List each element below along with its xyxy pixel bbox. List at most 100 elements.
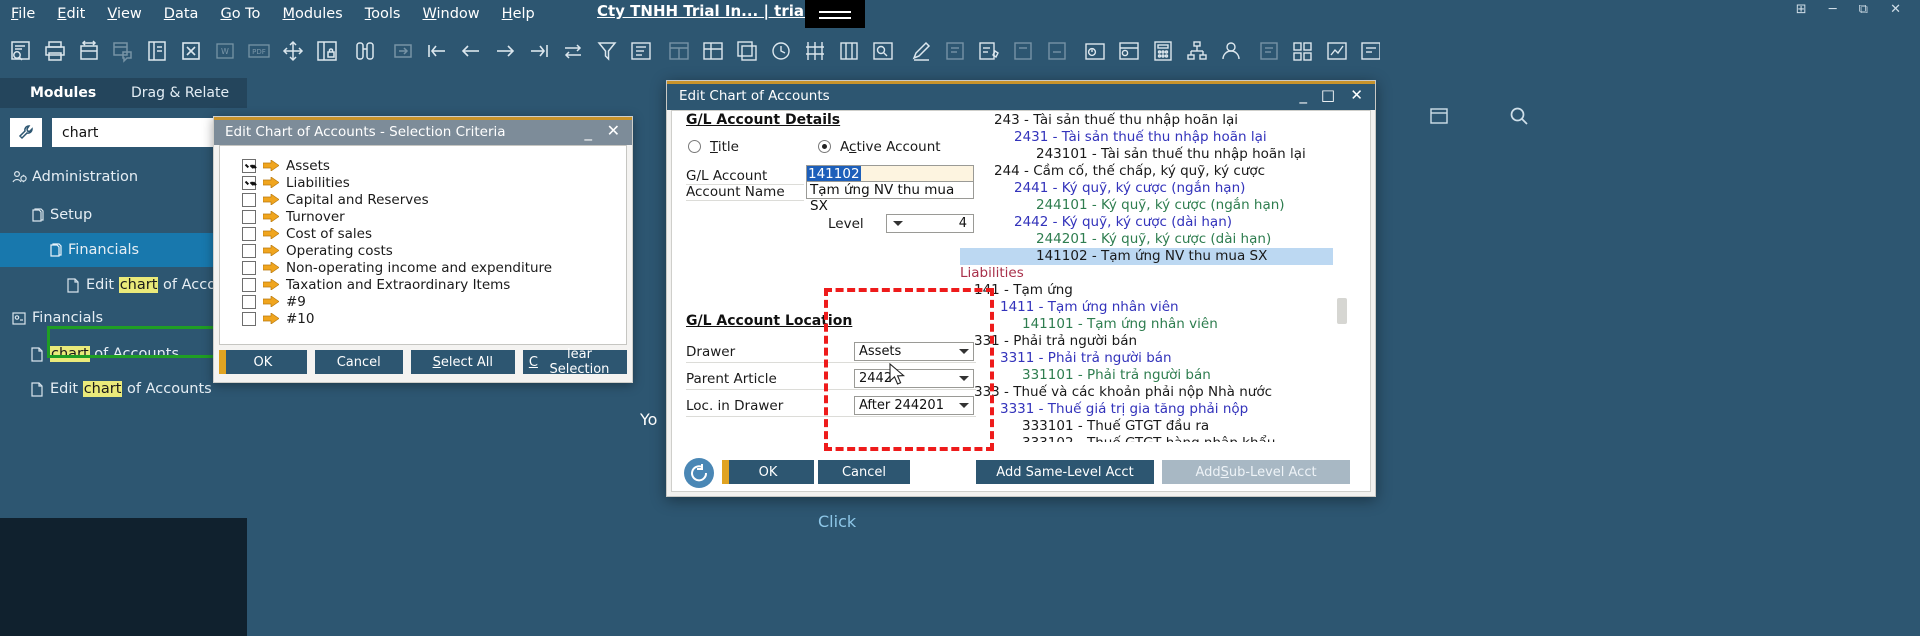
sidebar-item-administration[interactable]: Administration	[6, 160, 138, 194]
grid-align-icon[interactable]	[802, 38, 830, 66]
note-icon[interactable]	[942, 38, 970, 66]
tree-node[interactable]: 331 - Phải trả người bán	[974, 333, 1137, 349]
next-record-icon[interactable]	[492, 38, 520, 66]
table-view-icon[interactable]	[700, 38, 728, 66]
criteria-row[interactable]: #10	[242, 310, 315, 327]
move-icon[interactable]	[280, 38, 308, 66]
checkbox-operating-costs[interactable]	[242, 243, 256, 258]
edit-pencil-icon[interactable]	[908, 38, 936, 66]
checkbox-taxation-extraordinary[interactable]	[242, 277, 256, 292]
menu-edit[interactable]: Edit	[46, 0, 96, 28]
minimize-icon[interactable]: _	[585, 123, 593, 141]
selection-dialog-titlebar[interactable]: Edit Chart of Accounts - Selection Crite…	[214, 117, 632, 145]
cancel-button[interactable]: Cancel	[314, 350, 403, 374]
calculator-icon[interactable]	[1150, 38, 1178, 66]
report-icon[interactable]	[1256, 38, 1284, 66]
tree-node[interactable]: 244 - Cầm cố, thế chấp, ký quỹ, ký cược	[994, 163, 1265, 179]
tree-node[interactable]: 1411 - Tạm ứng nhân viên	[1000, 299, 1179, 315]
edit-form-icon[interactable]	[976, 38, 1004, 66]
window-controls[interactable]: ⊞ ─ ⧉ ✕	[1796, 2, 1910, 17]
query-icon[interactable]	[870, 38, 898, 66]
checkbox-capital-and-reserves[interactable]	[242, 192, 256, 207]
clock-icon[interactable]	[768, 38, 796, 66]
checkbox-cost-of-sales[interactable]	[242, 226, 256, 241]
close-icon[interactable]: ✕	[607, 121, 620, 140]
criteria-row[interactable]: Turnover	[242, 208, 345, 225]
first-record-icon[interactable]	[424, 38, 452, 66]
document-clock-icon[interactable]	[1116, 38, 1144, 66]
close-icon[interactable]: ✕	[1350, 86, 1363, 104]
layout-icon[interactable]	[144, 38, 172, 66]
menu-file[interactable]: File	[0, 0, 46, 28]
criteria-row[interactable]: Taxation and Extraordinary Items	[242, 276, 510, 293]
tree-node[interactable]: 333102 - Thuế GTGT hàng nhập khẩu	[1022, 435, 1275, 442]
clear-selection-button[interactable]: Clear Selection	[522, 347, 627, 377]
grid-blocks-icon[interactable]	[1290, 38, 1318, 66]
parent-article-select[interactable]: 2442	[854, 369, 974, 388]
chart-trend-icon[interactable]	[1324, 38, 1352, 66]
find-record-icon[interactable]	[8, 38, 36, 66]
sidebar-item-edit-chart-of-accounts-setup[interactable]: Edit chart of Accoun	[60, 268, 234, 302]
checkbox-turnover[interactable]	[242, 209, 256, 224]
sidebar-tab-modules[interactable]: Modules	[30, 78, 96, 108]
sidebar-item-setup[interactable]: Setup	[24, 198, 92, 232]
tree-node[interactable]: 331101 - Phải trả người bán	[1022, 367, 1211, 383]
account-name-input[interactable]: Tạm ứng NV thu mua SX	[806, 181, 974, 214]
org-chart-icon[interactable]	[1184, 38, 1212, 66]
search-icon[interactable]	[1508, 105, 1530, 131]
tree-node[interactable]: 2441 - Ký quỹ, ký cược (ngắn hạn)	[1014, 180, 1245, 196]
tree-node[interactable]: 244201 - Ký quỹ, ký cược (dài hạn)	[1036, 231, 1271, 247]
sort-icon[interactable]	[628, 38, 656, 66]
tree-node[interactable]: 243 - Tài sản thuế thu nhập hoãn lại	[994, 112, 1238, 128]
export-excel-icon[interactable]	[178, 38, 206, 66]
filter-icon[interactable]	[594, 38, 622, 66]
sidebar-item-edit-chart-of-accounts[interactable]: Edit chart of Accounts	[24, 372, 212, 406]
ok-button[interactable]: OK	[722, 460, 814, 484]
swap-icon[interactable]	[560, 38, 588, 66]
menu-view[interactable]: View	[96, 0, 152, 28]
drawer-select[interactable]: Assets	[854, 342, 974, 361]
criteria-row[interactable]: Assets	[242, 157, 330, 174]
back-arrow-icon[interactable]	[684, 458, 714, 488]
add-same-level-acct-button[interactable]: Add Same-Level Acct	[976, 460, 1154, 484]
radio-title[interactable]	[688, 140, 701, 153]
export-word-icon[interactable]: W	[212, 38, 240, 66]
find-binoculars-icon[interactable]	[352, 38, 380, 66]
add-record-icon[interactable]	[390, 38, 418, 66]
last-record-icon[interactable]	[526, 38, 554, 66]
tree-node[interactable]: 333101 - Thuế GTGT đầu ra	[1022, 418, 1209, 434]
loc-in-drawer-select[interactable]: After 244201	[854, 396, 974, 415]
checkbox-assets[interactable]	[242, 158, 256, 173]
hamburger-menu-icon[interactable]	[805, 0, 865, 30]
account-tree[interactable]: 243 - Tài sản thuế thu nhập hoãn lại 243…	[960, 112, 1350, 442]
email-icon[interactable]	[110, 38, 138, 66]
wrench-icon[interactable]	[10, 118, 42, 147]
cancel-button[interactable]: Cancel	[818, 460, 910, 484]
tree-node[interactable]: 3311 - Phải trả người bán	[1000, 350, 1172, 366]
checkbox-non-operating-income[interactable]	[242, 260, 256, 275]
menu-help[interactable]: Help	[491, 0, 546, 28]
criteria-row[interactable]: Cost of sales	[242, 225, 372, 242]
radio-active-account[interactable]	[818, 140, 831, 153]
menu-goto[interactable]: Go To	[209, 0, 271, 28]
tree-node[interactable]: 244101 - Ký quỹ, ký cược (ngắn hạn)	[1036, 197, 1285, 213]
sidebar-item-financials-setup[interactable]: Financials	[0, 233, 247, 267]
tree-scrollbar-thumb[interactable]	[1337, 298, 1347, 324]
user-icon[interactable]	[1218, 38, 1246, 66]
notes-icon[interactable]	[1428, 105, 1450, 131]
paste-icon[interactable]	[1044, 38, 1072, 66]
menu-data[interactable]: Data	[153, 0, 210, 28]
ok-button[interactable]: OK	[219, 350, 307, 374]
duplicate-icon[interactable]	[1010, 38, 1038, 66]
copy-table-icon[interactable]	[734, 38, 762, 66]
menu-window[interactable]: Window	[411, 0, 490, 28]
main-dialog-titlebar[interactable]: Edit Chart of Accounts _ □ ✕	[667, 81, 1375, 110]
tree-node[interactable]: 141 - Tạm ứng	[974, 282, 1073, 298]
tree-node[interactable]: 2442 - Ký quỹ, ký cược (dài hạn)	[1014, 214, 1232, 230]
form-settings-icon[interactable]	[666, 38, 694, 66]
print-icon[interactable]	[42, 38, 70, 66]
tree-node[interactable]: 141101 - Tạm ứng nhân viên	[1022, 316, 1218, 332]
print-preview-icon[interactable]	[76, 38, 104, 66]
tree-node[interactable]: 333 - Thuế và các khoản phải nộp Nhà nướ…	[974, 384, 1272, 400]
criteria-row[interactable]: Non-operating income and expenditure	[242, 259, 552, 276]
